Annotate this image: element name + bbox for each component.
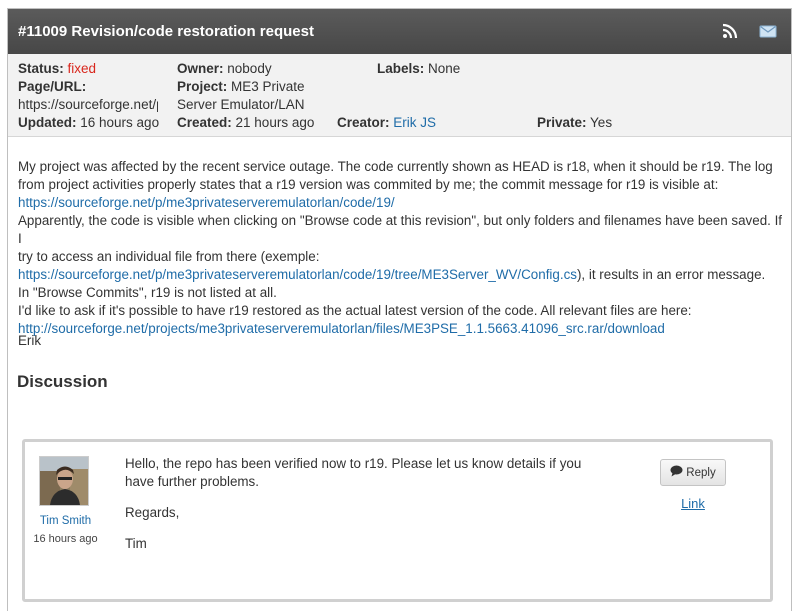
discussion-post: Tim Smith 16 hours ago Hello, the repo h… [22, 439, 773, 602]
post-author[interactable]: Tim Smith [25, 515, 106, 527]
discussion-heading: Discussion [17, 372, 108, 391]
created-field: Created: 21 hours ago [177, 115, 315, 130]
post-paragraph: Hello, the repo has been verified now to… [125, 456, 582, 489]
reply-button[interactable]: Reply [660, 459, 726, 486]
ticket-description: My project was affected by the recent se… [18, 158, 788, 338]
description-line: from project activities properly states … [18, 177, 719, 192]
avatar[interactable] [39, 456, 89, 506]
ticket-header: #11009 Revision/code restoration request [8, 9, 791, 54]
mail-icon[interactable] [759, 22, 777, 40]
reply-label: Reply [686, 466, 716, 479]
private-field: Private: Yes [537, 115, 613, 130]
post-paragraph: Regards, [125, 505, 180, 520]
description-line: Apparently, the code is visible when cli… [18, 213, 783, 246]
description-line: In "Browse Commits", r19 is not listed a… [18, 285, 277, 300]
ticket-panel: #11009 Revision/code restoration request… [7, 8, 792, 611]
status-value: fixed [67, 61, 97, 76]
page-url-label: Page/URL: [18, 79, 87, 94]
description-line: I'd like to ask if it's possible to have… [18, 303, 692, 318]
post-body: Hello, the repo has been verified now to… [125, 455, 595, 566]
page-url-value: https://sourceforge.net/p [18, 97, 158, 112]
comment-icon [670, 465, 683, 480]
private-value: Yes [590, 115, 613, 130]
post-paragraph: Tim [125, 536, 147, 551]
owner-field: Owner: nobody [177, 61, 272, 76]
download-link[interactable]: http://sourceforge.net/projects/me3priva… [18, 321, 665, 336]
labels-field: Labels: None [377, 61, 461, 76]
ticket-title: #11009 Revision/code restoration request [18, 23, 314, 40]
config-file-link[interactable]: https://sourceforge.net/p/me3privateserv… [18, 267, 577, 282]
project-value-line2: Server Emulator/LAN [177, 97, 305, 112]
project-value-line1: ME3 Private [231, 79, 305, 94]
description-signature: Erik [18, 333, 42, 348]
ticket-metadata: Status: fixed Owner: nobody Labels: None… [8, 54, 791, 137]
updated-field: Updated: 16 hours ago [18, 115, 160, 130]
creator-link[interactable]: Erik JS [393, 115, 436, 130]
status-field: Status: fixed [18, 61, 97, 76]
updated-value: 16 hours ago [80, 115, 160, 130]
permalink[interactable]: Link [660, 496, 726, 511]
owner-value: nobody [227, 61, 272, 76]
labels-value: None [428, 61, 461, 76]
creator-field: Creator: Erik JS [337, 115, 437, 130]
rss-icon[interactable] [721, 22, 739, 40]
created-value: 21 hours ago [235, 115, 315, 130]
description-line: ), it results in an error message. [576, 267, 766, 282]
post-time: 16 hours ago [33, 533, 98, 545]
commit-link[interactable]: https://sourceforge.net/p/me3privateserv… [18, 195, 395, 210]
description-line: My project was affected by the recent se… [18, 159, 773, 174]
project-field: Project: ME3 Private [177, 79, 305, 94]
description-line: try to access an individual file from th… [18, 249, 320, 264]
